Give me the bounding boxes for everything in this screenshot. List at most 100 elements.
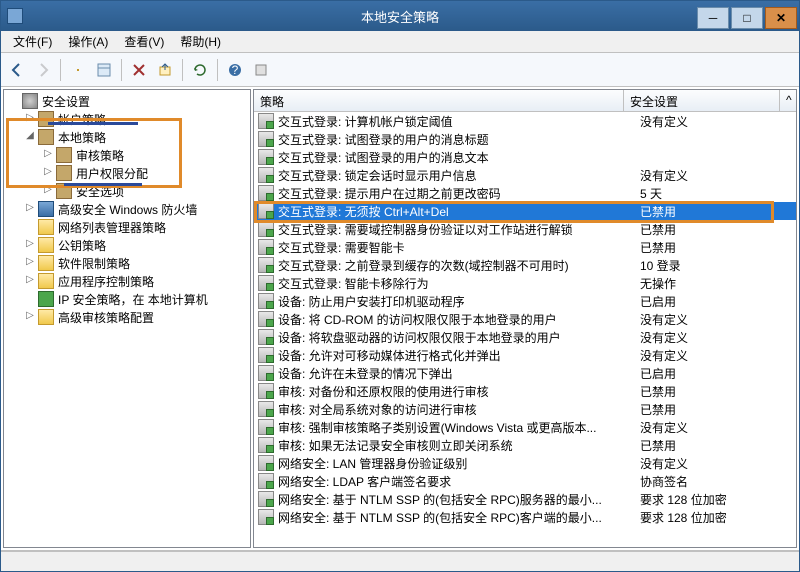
policy-row[interactable]: 审核: 强制审核策略子类别设置(Windows Vista 或更高版本...没有… [254, 418, 796, 436]
policy-name: 设备: 将 CD-ROM 的访问权限仅限于本地登录的用户 [278, 311, 640, 328]
tree-item[interactable]: 网络列表管理器策略 [4, 218, 250, 236]
policy-row[interactable]: 审核: 对全局系统对象的访问进行审核已禁用 [254, 400, 796, 418]
expander-icon[interactable]: ▷ [24, 275, 36, 287]
maximize-button[interactable]: □ [731, 7, 763, 29]
tree-item[interactable]: ▷公钥策略 [4, 236, 250, 254]
tree-pane[interactable]: 安全设置 ▷帐户策略◢本地策略▷审核策略▷用户权限分配▷安全选项▷高级安全 Wi… [3, 89, 251, 548]
policy-row[interactable]: 审核: 对备份和还原权限的使用进行审核已禁用 [254, 382, 796, 400]
column-setting[interactable]: 安全设置 [624, 90, 780, 111]
policy-icon [258, 203, 274, 219]
expander-icon[interactable]: ▷ [24, 311, 36, 323]
export-button[interactable] [153, 58, 177, 82]
forward-button[interactable] [31, 58, 55, 82]
policy-row[interactable]: 交互式登录: 试图登录的用户的消息标题 [254, 130, 796, 148]
policy-row[interactable]: 网络安全: 基于 NTLM SSP 的(包括安全 RPC)服务器的最小...要求… [254, 490, 796, 508]
policy-icon [258, 167, 274, 183]
policy-setting: 已禁用 [640, 401, 796, 418]
policy-row[interactable]: 交互式登录: 计算机帐户锁定阈值没有定义 [254, 112, 796, 130]
policy-row[interactable]: 审核: 如果无法记录安全审核则立即关闭系统已禁用 [254, 436, 796, 454]
policy-name: 网络安全: 基于 NTLM SSP 的(包括安全 RPC)客户端的最小... [278, 509, 640, 526]
expander-icon[interactable]: ◢ [24, 131, 36, 143]
folder-icon [38, 309, 54, 325]
tree-item[interactable]: ▷ 应用程序控制策略 [4, 272, 250, 290]
folder-icon [38, 237, 54, 253]
tree-root-label: 安全设置 [42, 93, 90, 110]
tree-item[interactable]: ▷审核策略 [4, 146, 250, 164]
expander-icon[interactable]: ▷ [42, 167, 54, 179]
book-icon [56, 183, 72, 199]
tree-item[interactable]: ▷软件限制策略 [4, 254, 250, 272]
tree-item-label: 应用程序控制策略 [58, 273, 154, 290]
policy-row[interactable]: 网络安全: LAN 管理器身份验证级别没有定义 [254, 454, 796, 472]
policy-icon [258, 293, 274, 309]
tree-root[interactable]: 安全设置 [4, 92, 250, 110]
policy-row[interactable]: 网络安全: LDAP 客户端签名要求协商签名 [254, 472, 796, 490]
policy-row[interactable]: 设备: 将软盘驱动器的访问权限仅限于本地登录的用户没有定义 [254, 328, 796, 346]
policy-row[interactable]: 交互式登录: 试图登录的用户的消息文本 [254, 148, 796, 166]
expander-icon[interactable] [24, 293, 36, 305]
menu-action[interactable]: 操作(A) [60, 31, 116, 52]
menu-file[interactable]: 文件(F) [5, 31, 60, 52]
show-hide-tree-button[interactable] [66, 58, 90, 82]
policy-name: 交互式登录: 锁定会话时显示用户信息 [278, 167, 640, 184]
window-title: 本地安全策略 [361, 7, 439, 26]
expander-icon[interactable]: ▷ [24, 257, 36, 269]
policy-name: 设备: 允许在未登录的情况下弹出 [278, 365, 640, 382]
policy-icon [258, 347, 274, 363]
policy-row[interactable]: 设备: 允许在未登录的情况下弹出已启用 [254, 364, 796, 382]
tree-item-label: 高级审核策略配置 [58, 309, 154, 326]
tree-item[interactable]: ▷用户权限分配 [4, 164, 250, 182]
expander-icon[interactable]: ▷ [42, 149, 54, 161]
policy-icon [258, 365, 274, 381]
expander-icon[interactable]: ▷ [24, 113, 36, 125]
folder-icon [38, 219, 54, 235]
tree-item-label: 网络列表管理器策略 [58, 219, 166, 236]
back-button[interactable] [5, 58, 29, 82]
policy-name: 交互式登录: 试图登录的用户的消息文本 [278, 149, 640, 166]
policy-row[interactable]: 交互式登录: 无须按 Ctrl+Alt+Del已禁用 [254, 202, 796, 220]
expander-icon[interactable] [24, 221, 36, 233]
help-button[interactable]: ? [223, 58, 247, 82]
toolbar: ? [1, 53, 799, 87]
tree-item[interactable]: IP 安全策略，在 本地计算机 [4, 290, 250, 308]
policy-row[interactable]: 设备: 将 CD-ROM 的访问权限仅限于本地登录的用户没有定义 [254, 310, 796, 328]
menu-view[interactable]: 查看(V) [116, 31, 172, 52]
tree-item[interactable]: ▷高级安全 Windows 防火墙 [4, 200, 250, 218]
policy-icon [258, 329, 274, 345]
tree-item[interactable]: ▷帐户策略 [4, 110, 250, 128]
expander-icon[interactable]: ▷ [24, 203, 36, 215]
folder-icon [38, 273, 54, 289]
tree-item[interactable]: ▷安全选项 [4, 182, 250, 200]
policy-list[interactable]: 交互式登录: 计算机帐户锁定阈值没有定义交互式登录: 试图登录的用户的消息标题交… [254, 112, 796, 547]
close-button[interactable]: ✕ [765, 7, 797, 29]
expander-icon[interactable]: ▷ [42, 185, 54, 197]
policy-row[interactable]: 交互式登录: 智能卡移除行为无操作 [254, 274, 796, 292]
policy-setting: 没有定义 [640, 311, 796, 328]
policy-row[interactable]: 交互式登录: 之前登录到缓存的次数(域控制器不可用时)10 登录 [254, 256, 796, 274]
policy-setting: 没有定义 [640, 419, 796, 436]
expander-icon[interactable]: ▷ [24, 239, 36, 251]
minimize-button[interactable]: ─ [697, 7, 729, 29]
menubar: 文件(F) 操作(A) 查看(V) 帮助(H) [1, 31, 799, 53]
policy-icon [258, 419, 274, 435]
policy-row[interactable]: 网络安全: 基于 NTLM SSP 的(包括安全 RPC)客户端的最小...要求… [254, 508, 796, 526]
policy-row[interactable]: 设备: 允许对可移动媒体进行格式化并弹出没有定义 [254, 346, 796, 364]
policy-name: 审核: 如果无法记录安全审核则立即关闭系统 [278, 437, 640, 454]
menu-help[interactable]: 帮助(H) [172, 31, 229, 52]
policy-name: 设备: 将软盘驱动器的访问权限仅限于本地登录的用户 [278, 329, 640, 346]
action-button[interactable] [249, 58, 273, 82]
policy-row[interactable]: 交互式登录: 提示用户在过期之前更改密码5 天 [254, 184, 796, 202]
tree-item[interactable]: ▷ 高级审核策略配置 [4, 308, 250, 326]
tree-item[interactable]: ◢本地策略 [4, 128, 250, 146]
policy-row[interactable]: 交互式登录: 需要域控制器身份验证以对工作站进行解锁已禁用 [254, 220, 796, 238]
book-icon [38, 111, 54, 127]
refresh-button[interactable] [188, 58, 212, 82]
delete-button[interactable] [127, 58, 151, 82]
column-policy[interactable]: 策略 [254, 90, 624, 111]
policy-row[interactable]: 设备: 防止用户安装打印机驱动程序已启用 [254, 292, 796, 310]
policy-row[interactable]: 交互式登录: 需要智能卡已禁用 [254, 238, 796, 256]
content-area: 安全设置 ▷帐户策略◢本地策略▷审核策略▷用户权限分配▷安全选项▷高级安全 Wi… [1, 87, 799, 551]
ip-icon [38, 291, 54, 307]
properties-button[interactable] [92, 58, 116, 82]
policy-row[interactable]: 交互式登录: 锁定会话时显示用户信息没有定义 [254, 166, 796, 184]
